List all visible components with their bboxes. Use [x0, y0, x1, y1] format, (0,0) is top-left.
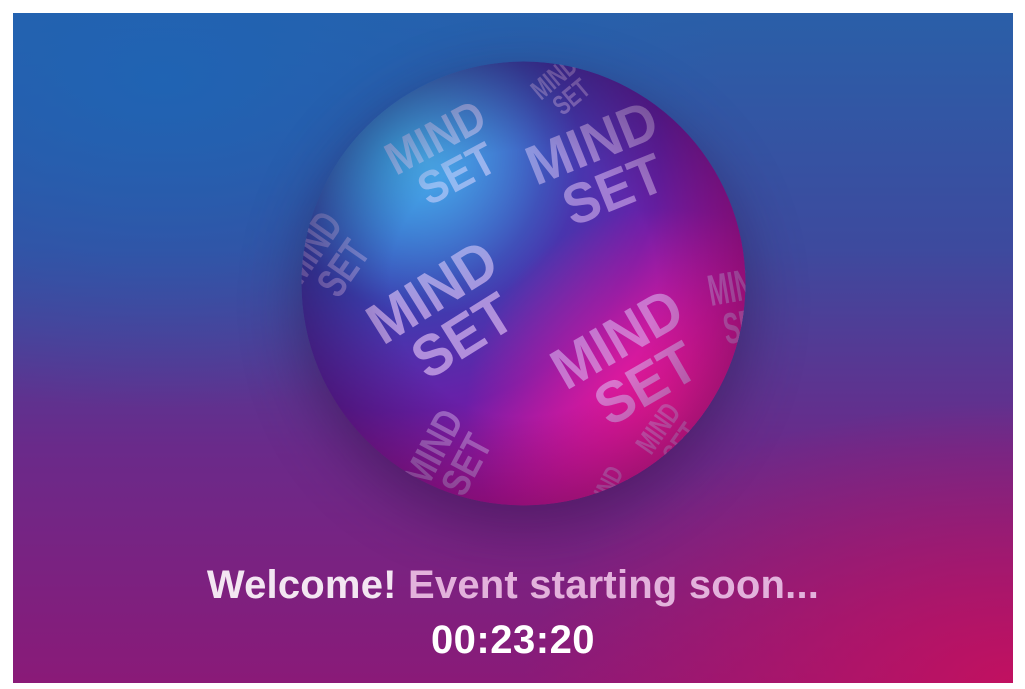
mindset-globe-icon: MINDSETMINDSETMINDSETMINDSETMINDSETMINDS…	[301, 61, 746, 506]
mindset-globe-logo: MINDSETMINDSETMINDSETMINDSETMINDSETMINDS…	[301, 61, 746, 506]
waiting-room-screen: MINDSETMINDSETMINDSETMINDSETMINDSETMINDS…	[13, 13, 1013, 683]
event-status-text: Event starting soon...	[408, 563, 820, 607]
welcome-message: Welcome! Event starting soon...	[13, 563, 1013, 608]
welcome-greeting: Welcome!	[206, 563, 397, 607]
countdown-timer: 00:23:20	[430, 618, 596, 662]
